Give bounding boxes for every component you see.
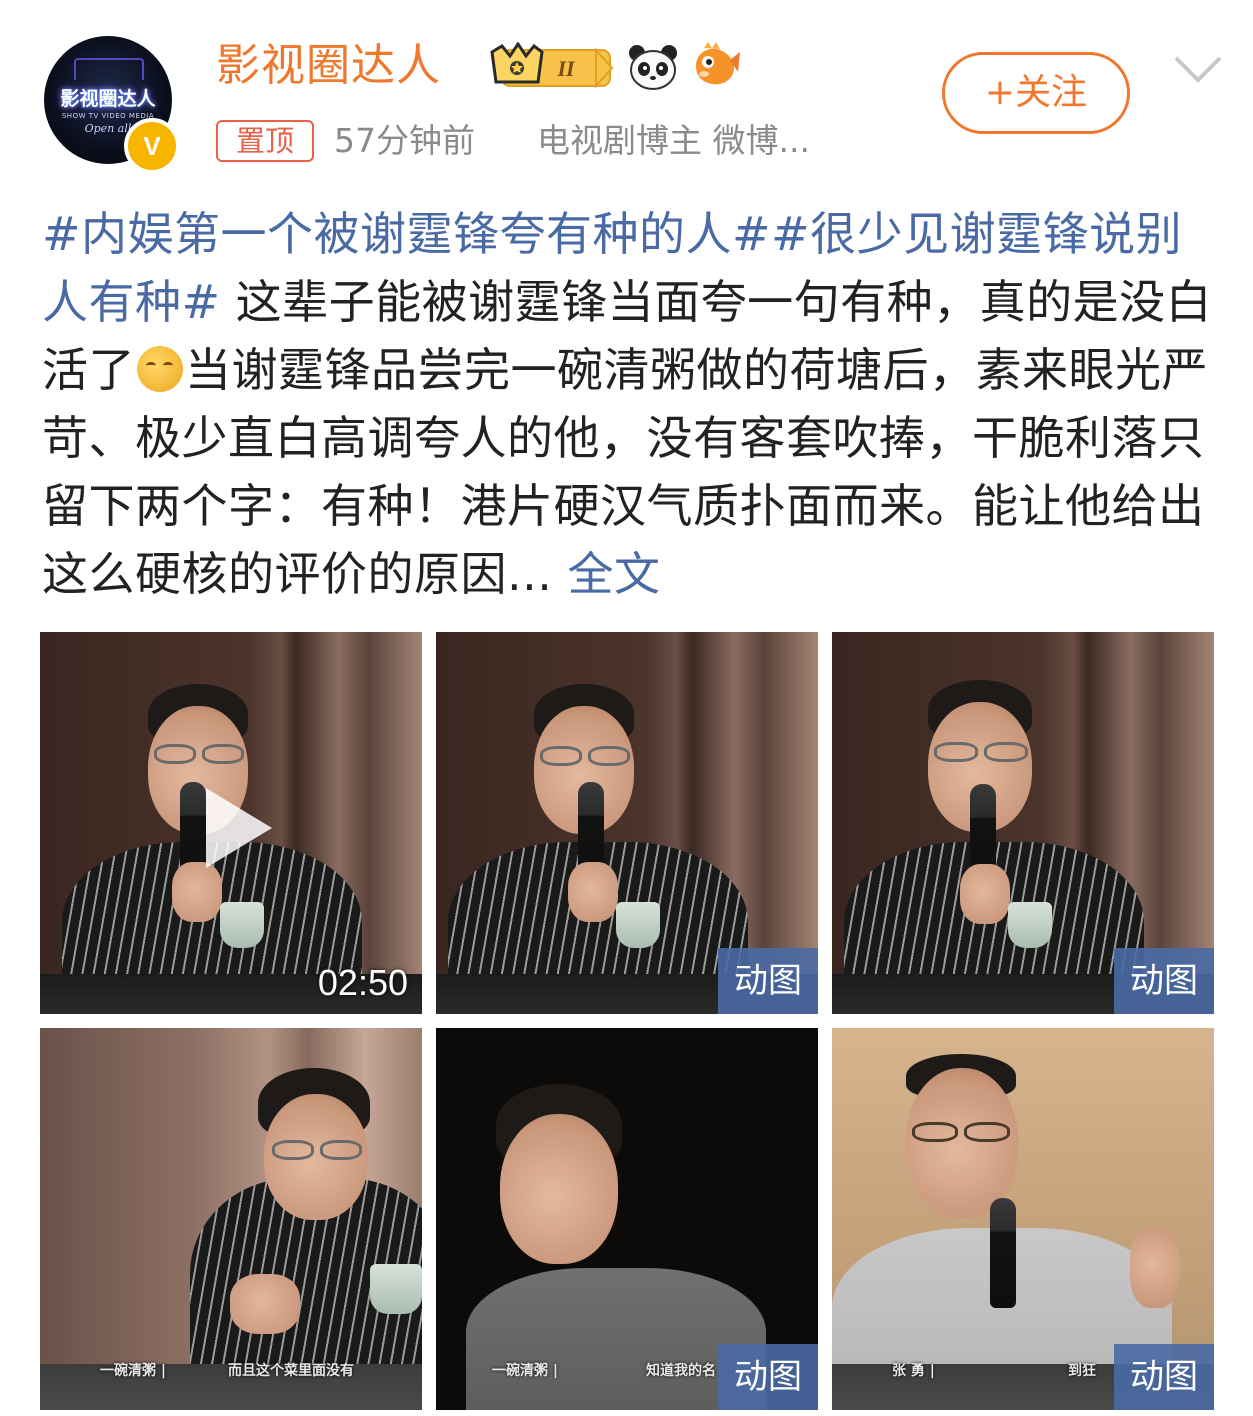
video-subtitle: 到狂	[1068, 1363, 1096, 1379]
fish-icon	[696, 42, 740, 85]
avatar-logo-text: 影视圈达人	[60, 88, 156, 110]
video-subtitle: 一碗清粥 |	[100, 1363, 166, 1379]
teacup	[370, 1264, 422, 1314]
hand	[172, 862, 222, 922]
post-time: 57分钟前	[334, 121, 475, 160]
avatar-frame-decoration	[74, 58, 144, 80]
post-source: 电视剧博主 微博...	[537, 121, 810, 160]
glasses	[964, 1122, 1010, 1142]
follow-button[interactable]: +关注	[942, 52, 1130, 134]
glasses	[540, 746, 582, 766]
teacup	[1008, 902, 1052, 948]
pinned-tag: 置顶	[216, 120, 314, 162]
full-text-link[interactable]: 全文	[552, 547, 660, 601]
chevron-down-icon[interactable]	[1172, 54, 1224, 84]
gif-badge: 动图	[1114, 1344, 1214, 1410]
member-crown-badge-icon[interactable]: II	[488, 42, 614, 92]
hand	[230, 1274, 300, 1334]
video-subtitle: 而且这个菜里面没有	[228, 1363, 354, 1379]
glasses	[272, 1140, 314, 1160]
play-icon[interactable]	[206, 788, 272, 868]
video-duration: 02:50	[317, 962, 408, 1003]
video-subtitle: 张 勇 |	[892, 1363, 935, 1379]
teacup	[220, 902, 264, 948]
media-video-thumbnail[interactable]: 02:50	[40, 632, 422, 1014]
panda-icon	[629, 45, 677, 90]
hand	[568, 862, 618, 922]
glasses	[154, 744, 196, 764]
person-face	[500, 1114, 618, 1264]
gif-badge: 动图	[1114, 948, 1214, 1014]
glasses	[202, 744, 244, 764]
glasses	[934, 742, 978, 762]
hashtag-link[interactable]: #内娱第一个被谢霆锋夸有种的人#	[42, 207, 771, 261]
username[interactable]: 影视圈达人	[216, 38, 441, 94]
gif-badge: 动图	[718, 948, 818, 1014]
media-gif-thumbnail[interactable]: 一碗清粥 | 知道我的名 动图	[436, 1028, 818, 1410]
media-image-thumbnail[interactable]: 一碗清粥 | 而且这个菜里面没有	[40, 1028, 422, 1410]
video-subtitle: 知道我的名	[646, 1363, 716, 1379]
media-gif-thumbnail[interactable]: 张 勇 | 到狂 动图	[832, 1028, 1214, 1410]
glasses	[984, 742, 1028, 762]
person-face	[906, 1068, 1018, 1218]
hand	[960, 864, 1010, 924]
verified-badge-icon: V	[124, 118, 180, 174]
microphone	[990, 1198, 1016, 1308]
thumbs-up-hand	[1130, 1228, 1180, 1308]
thinking-face-icon	[137, 346, 183, 392]
glasses	[912, 1122, 958, 1142]
video-subtitle: 一碗清粥 |	[492, 1363, 558, 1379]
media-gif-thumbnail[interactable]: 动图	[436, 632, 818, 1014]
glasses	[320, 1140, 362, 1160]
teacup	[616, 902, 660, 948]
glasses	[588, 746, 630, 766]
media-gif-thumbnail[interactable]: 动图	[832, 632, 1214, 1014]
gif-badge: 动图	[718, 1344, 818, 1410]
badge-level-text: II	[556, 56, 576, 81]
post-body: #内娱第一个被谢霆锋夸有种的人##很少见谢霆锋说别人有种# 这辈子能被谢霆锋当面…	[42, 200, 1222, 608]
